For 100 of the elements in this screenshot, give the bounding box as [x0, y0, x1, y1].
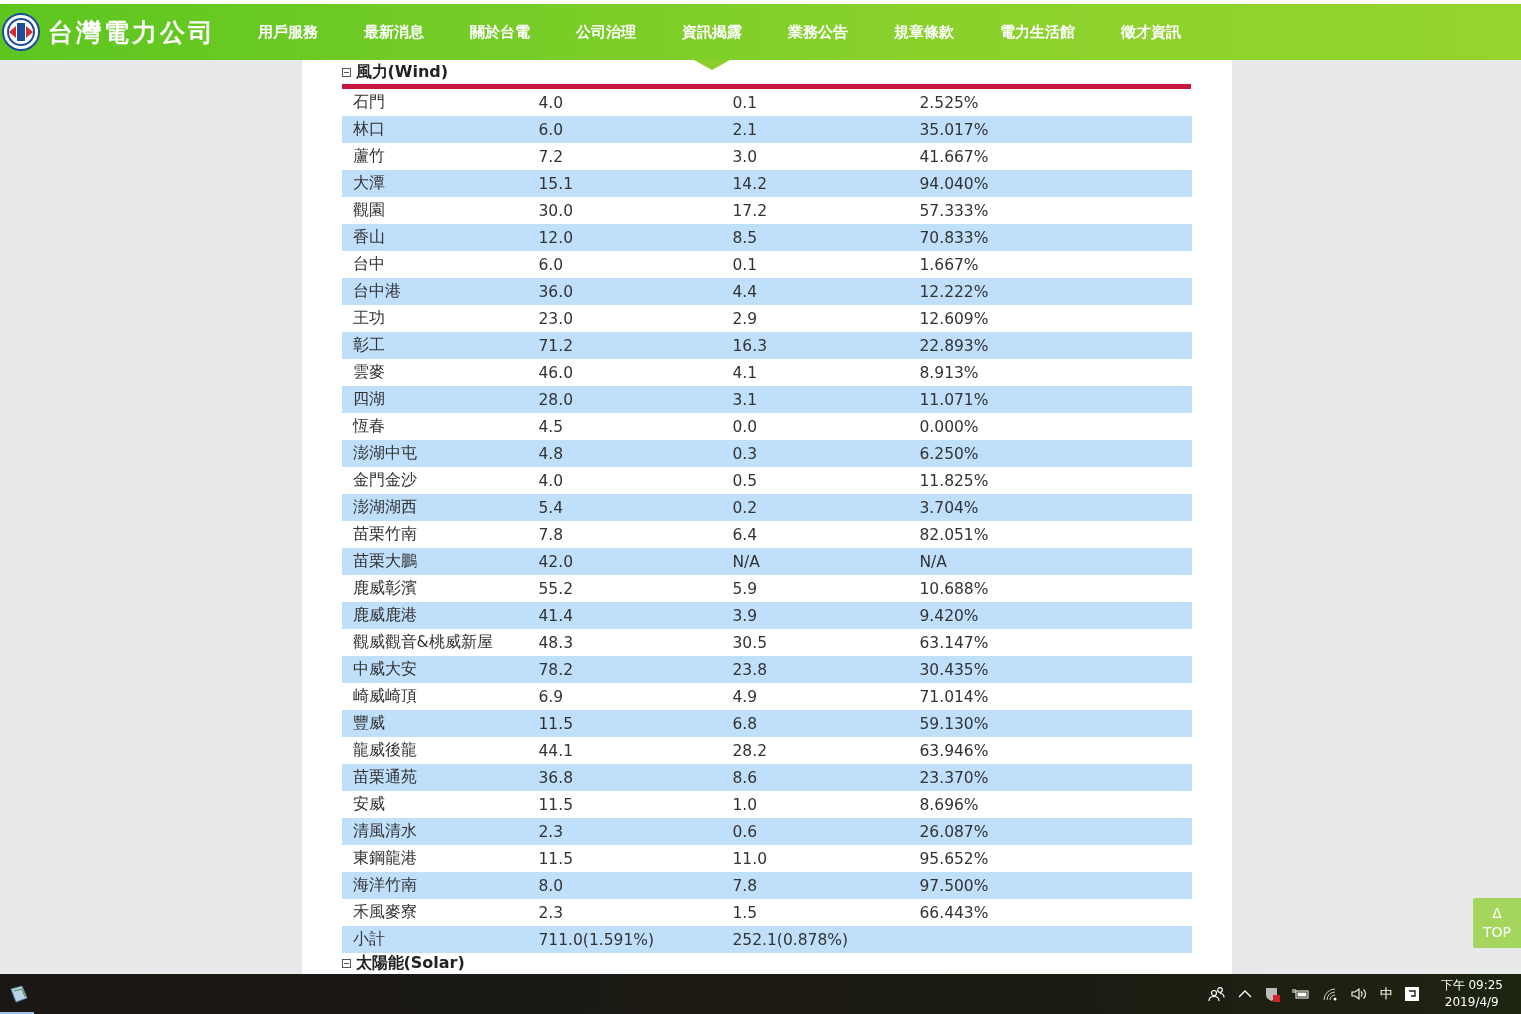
table-cell-text: 35.017%: [919, 120, 990, 139]
table-cell-text: 7.8: [732, 876, 759, 895]
table-cell-text: 11.071%: [919, 390, 990, 409]
table-cell-text: 崎威崎頂: [351, 686, 418, 707]
table-cell-text: 11.0: [732, 849, 768, 868]
table-cell-text: 3.1: [732, 390, 759, 409]
table-cell-text: N/A: [919, 552, 948, 571]
table-cell-text: 蘆竹: [351, 146, 386, 167]
table-cell-text: 海洋竹南: [351, 875, 418, 896]
battery-icon[interactable]: [1291, 988, 1310, 1000]
table-cell-text: 王功: [351, 308, 386, 329]
table-cell-text: 23.370%: [919, 768, 990, 787]
table-cell-text: 苗栗通苑: [351, 767, 418, 788]
table-cell-text: 63.946%: [919, 741, 990, 760]
table-cell-text: N/A: [732, 552, 761, 571]
collapse-icon[interactable]: [341, 67, 351, 77]
wifi-icon[interactable]: [1321, 987, 1338, 1001]
table-cell-text: 4.4: [732, 282, 759, 301]
table-cell-text: 48.3: [538, 633, 574, 652]
table-cell-text: 大潭: [351, 173, 386, 194]
table-cell-text: 東鋼龍港: [351, 848, 418, 869]
shield-icon[interactable]: [1263, 986, 1280, 1002]
section-title[interactable]: 太陽能(Solar): [355, 952, 465, 974]
table-cell-text: 鹿威彰濱: [351, 578, 418, 599]
table-cell-text: 11.825%: [919, 471, 990, 490]
table-cell-text: 0.5: [732, 471, 759, 490]
table-cell-text: 8.913%: [919, 363, 980, 382]
table-cell-text: 4.8: [538, 444, 565, 463]
table-cell-text: 9.420%: [919, 606, 980, 625]
table-cell-text: 71.2: [538, 336, 574, 355]
table-cell-text: 台中港: [351, 281, 402, 302]
nav-item[interactable]: 用戶服務: [258, 4, 318, 70]
notification-icon[interactable]: [1404, 987, 1419, 1001]
table-cell-text: 1.667%: [919, 255, 980, 274]
table-cell-text: 台中: [351, 254, 386, 275]
logo-icon[interactable]: [2, 13, 40, 51]
table-cell-text: 5.9: [732, 579, 759, 598]
table-cell-text: 71.014%: [919, 687, 990, 706]
table-cell-text: 12.222%: [919, 282, 990, 301]
table-cell-text: 0.1: [732, 93, 759, 112]
table-cell-text: 11.5: [538, 849, 574, 868]
table-cell-text: 30.0: [538, 201, 574, 220]
table-cell-text: 豐威: [351, 713, 386, 734]
table-cell-text: 0.000%: [919, 417, 980, 436]
table-cell-text: 6.8: [732, 714, 759, 733]
table-cell-text: 12.0: [538, 228, 574, 247]
table-cell-text: 4.0: [538, 93, 565, 112]
table-cell-text: 26.087%: [919, 822, 990, 841]
table-cell-text: 23.0: [538, 309, 574, 328]
table-cell-text: 四湖: [351, 389, 386, 410]
speaker-icon[interactable]: [1349, 987, 1368, 1001]
table-cell-text: 36.0: [538, 282, 574, 301]
logo-text[interactable]: 台灣電力公司: [48, 15, 216, 49]
section-title[interactable]: 風力(Wind): [355, 61, 449, 83]
nav-item[interactable]: 業務公告: [788, 4, 848, 70]
chevron-up-icon[interactable]: [1237, 989, 1252, 999]
table-cell-text: 14.2: [732, 174, 768, 193]
table-cell-text: 70.833%: [919, 228, 990, 247]
app-icon[interactable]: [8, 983, 30, 1005]
table-cell-text: 3.0: [732, 147, 759, 166]
table-cell-text: 2.1: [732, 120, 759, 139]
nav-item[interactable]: 公司治理: [576, 4, 636, 70]
table-cell-text: 44.1: [538, 741, 574, 760]
table-cell-text: 28.0: [538, 390, 574, 409]
table-cell-text: 4.0: [538, 471, 565, 490]
table-cell-text: 11.5: [538, 795, 574, 814]
clock[interactable]: 下午 09:25 2019/4/9: [1440, 977, 1503, 1011]
table-cell-text: 香山: [351, 227, 386, 248]
table-cell-text: 4.1: [732, 363, 759, 382]
table-cell-text: 46.0: [538, 363, 574, 382]
table-cell-text: 30.435%: [919, 660, 990, 679]
back-to-top-button[interactable]: Δ TOP: [1473, 898, 1521, 948]
table-cell-text: 17.2: [732, 201, 768, 220]
table-cell-text: 2.3: [538, 903, 565, 922]
table-cell-text: 林口: [351, 119, 386, 140]
table-cell-text: 苗栗大鵬: [351, 551, 418, 572]
table-cell-text: 4.5: [538, 417, 565, 436]
table-cell-text: 小計: [351, 929, 386, 950]
input-method-indicator[interactable]: 中: [1379, 985, 1393, 1003]
table-cell-text: 10.688%: [919, 579, 990, 598]
table-cell-text: 28.2: [732, 741, 768, 760]
table-cell-text: 252.1(0.878%): [732, 930, 850, 949]
table-cell-text: 4.9: [732, 687, 759, 706]
table-cell-text: 6.0: [538, 120, 565, 139]
table-cell-text: 59.130%: [919, 714, 990, 733]
nav-item[interactable]: 規章條款: [894, 4, 954, 70]
nav-item[interactable]: 電力生活館: [1000, 4, 1075, 70]
collapse-icon[interactable]: [341, 958, 351, 968]
table-cell-text: 清風清水: [351, 821, 418, 842]
nav-item[interactable]: 關於台電: [470, 4, 530, 70]
table-cell-text: 94.040%: [919, 174, 990, 193]
nav-item[interactable]: 徵才資訊: [1121, 4, 1181, 70]
table-cell-text: 97.500%: [919, 876, 990, 895]
table-cell-text: 36.8: [538, 768, 574, 787]
people-icon[interactable]: [1207, 986, 1226, 1002]
table-cell-text: 16.3: [732, 336, 768, 355]
table-cell-text: 觀威觀音&桃威新屋: [351, 632, 494, 653]
table-cell-text: 8.0: [538, 876, 565, 895]
table-cell-text: 0.0: [732, 417, 759, 436]
nav-item[interactable]: 資訊揭露: [682, 4, 742, 70]
